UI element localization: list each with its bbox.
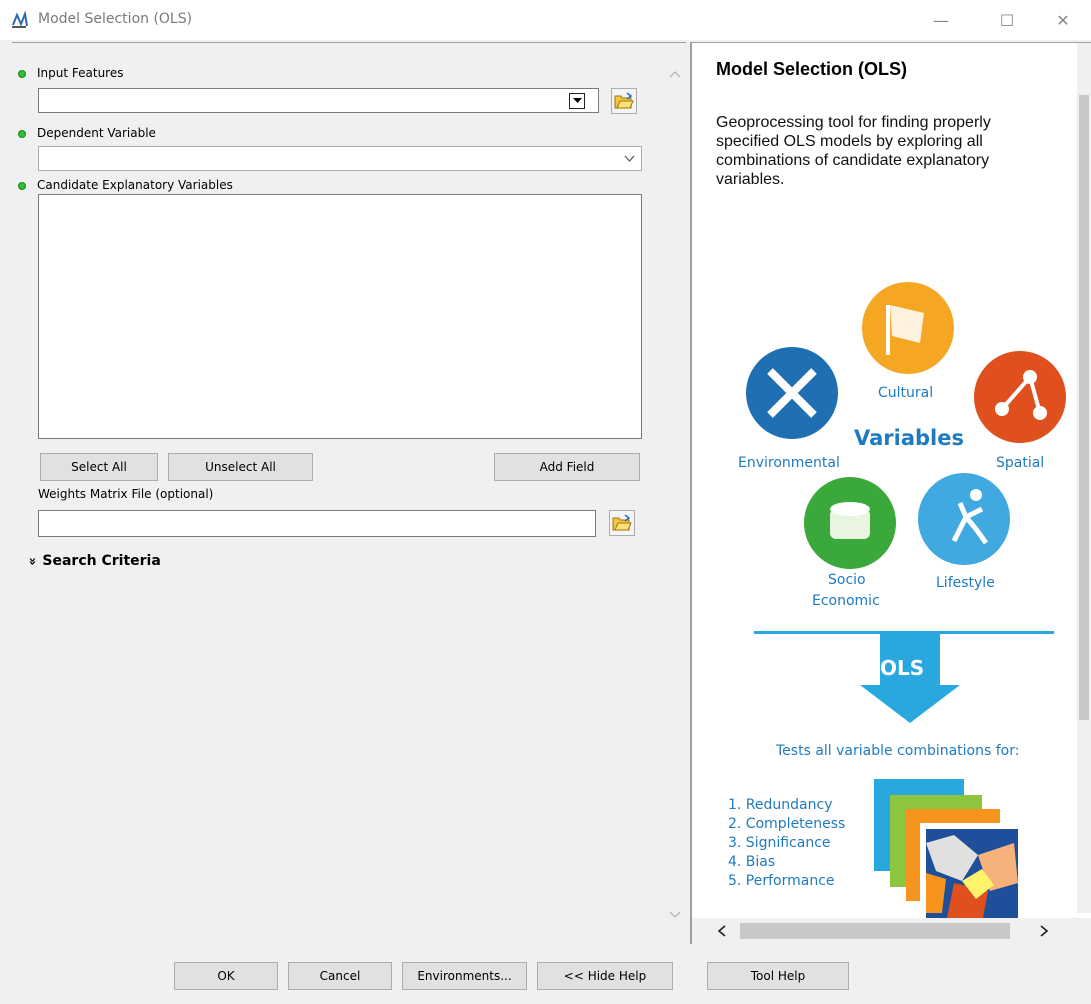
category-socio: Socio <box>828 572 866 588</box>
cultural-icon <box>862 282 954 374</box>
weights-matrix-input[interactable] <box>38 510 596 537</box>
chevron-down-icon <box>572 98 582 103</box>
weights-matrix-browse-button[interactable] <box>609 510 635 536</box>
search-criteria-section-toggle[interactable]: » Search Criteria <box>24 553 161 569</box>
input-features-label: Input Features <box>37 66 124 80</box>
scroll-down-icon[interactable] <box>664 903 686 925</box>
close-button[interactable]: ✕ <box>1040 0 1086 40</box>
tool-help-button[interactable]: Tool Help <box>707 962 849 990</box>
help-vertical-scroll-thumb[interactable] <box>1079 95 1089 720</box>
tool-dialog-window: Model Selection (OLS) — ☐ ✕ Input Featur… <box>0 0 1091 1004</box>
help-panel: Model Selection (OLS) Geoprocessing tool… <box>690 42 1091 944</box>
chevron-expand-icon: » <box>24 556 40 566</box>
test-item: 1. Redundancy <box>728 797 832 813</box>
input-features-dropdown-button[interactable] <box>569 93 585 109</box>
lifestyle-icon <box>918 473 1010 565</box>
required-indicator-icon <box>18 182 26 190</box>
scroll-left-icon[interactable] <box>718 925 726 937</box>
category-environmental: Environmental <box>738 455 840 471</box>
parameters-panel: Input Features Dependent Variable Candid… <box>12 42 686 942</box>
minimize-button[interactable]: — <box>918 0 964 40</box>
ok-button[interactable]: OK <box>174 962 278 990</box>
candidate-variables-list[interactable] <box>38 194 642 439</box>
input-features-browse-button[interactable] <box>611 88 637 114</box>
parameters-scrollbar[interactable] <box>664 45 686 941</box>
add-field-button[interactable]: Add Field <box>494 453 640 481</box>
map-layers-icon <box>874 779 1018 923</box>
required-indicator-icon <box>18 70 26 78</box>
open-folder-icon <box>612 514 632 531</box>
socio-economic-icon <box>804 477 896 569</box>
cancel-button[interactable]: Cancel <box>288 962 392 990</box>
title-bar: Model Selection (OLS) — ☐ ✕ <box>0 0 1091 40</box>
hide-help-button[interactable]: << Hide Help <box>537 962 673 990</box>
scroll-up-icon[interactable] <box>664 63 686 85</box>
dependent-variable-label: Dependent Variable <box>37 126 156 140</box>
maximize-button[interactable]: ☐ <box>984 0 1030 40</box>
environments-button[interactable]: Environments... <box>402 962 527 990</box>
test-item: 5. Performance <box>728 873 835 889</box>
unselect-all-button[interactable]: Unselect All <box>168 453 313 481</box>
category-cultural: Cultural <box>878 385 933 401</box>
spatial-icon <box>974 351 1066 443</box>
candidate-variables-label: Candidate Explanatory Variables <box>37 178 233 192</box>
open-folder-icon <box>614 92 634 109</box>
search-criteria-label: Search Criteria <box>42 553 161 569</box>
window-title: Model Selection (OLS) <box>38 11 193 27</box>
input-features-combobox[interactable] <box>38 88 599 113</box>
category-spatial: Spatial <box>996 455 1044 471</box>
variables-diagram: Cultural Environmental Spatial Variables <box>728 282 1066 923</box>
category-lifestyle: Lifestyle <box>936 575 995 591</box>
help-vertical-scrollbar[interactable] <box>1077 43 1091 913</box>
help-horizontal-scroll-thumb[interactable] <box>740 923 1010 939</box>
tool-icon <box>12 10 28 28</box>
test-item: 4. Bias <box>728 854 775 870</box>
dialog-button-bar: OK Cancel Environments... << Hide Help T… <box>0 944 1091 1004</box>
select-all-button[interactable]: Select All <box>40 453 158 481</box>
dependent-variable-dropdown[interactable] <box>38 146 642 171</box>
category-economic: Economic <box>812 593 880 609</box>
ols-label: OLS <box>880 656 924 680</box>
variables-heading: Variables <box>854 426 964 450</box>
test-item: 2. Completeness <box>728 816 845 832</box>
tests-heading: Tests all variable combinations for: <box>775 743 1019 759</box>
weights-matrix-label: Weights Matrix File (optional) <box>38 487 214 501</box>
test-item: 3. Significance <box>728 835 831 851</box>
required-indicator-icon <box>18 130 26 138</box>
environmental-icon <box>746 347 838 439</box>
help-horizontal-scrollbar[interactable] <box>692 918 1091 944</box>
chevron-down-icon <box>624 155 635 162</box>
scroll-right-icon[interactable] <box>1040 925 1048 937</box>
